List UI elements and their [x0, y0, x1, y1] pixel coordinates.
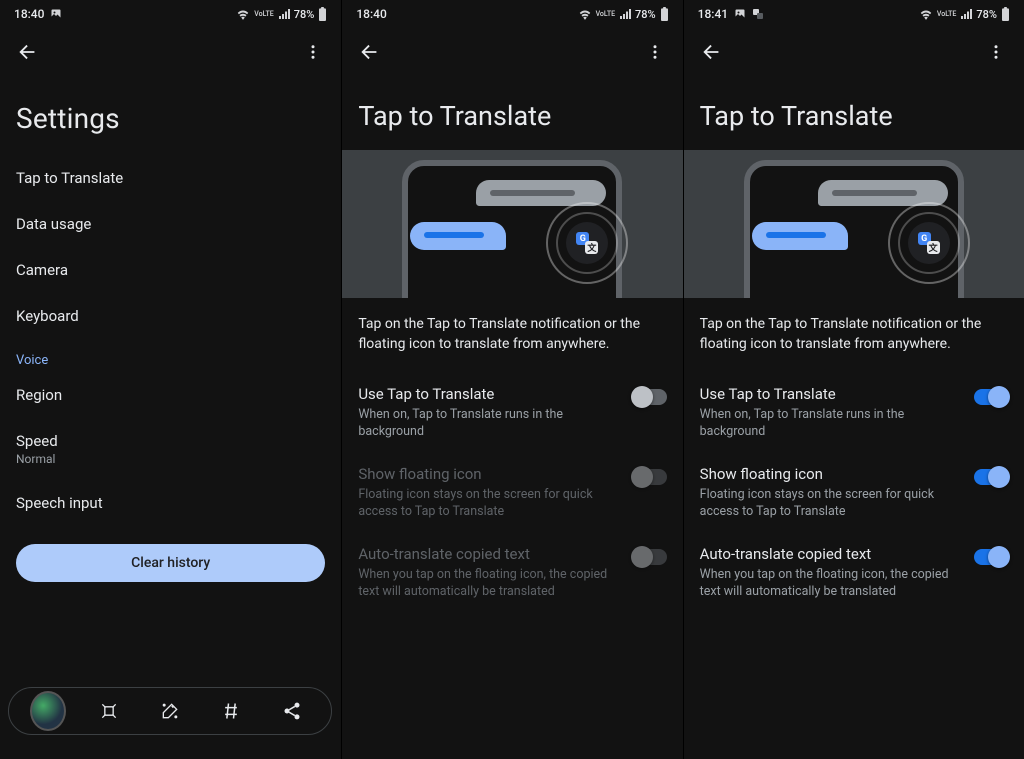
volte-icon: VoLTE	[937, 11, 956, 18]
list-item-label: Speech input	[16, 494, 103, 512]
clear-history-button[interactable]: Clear history	[16, 544, 325, 582]
settings-item-tap-to-translate[interactable]: Tap to Translate	[0, 155, 341, 201]
list-item-label: Speed	[16, 432, 58, 450]
status-battery-pct: 78%	[976, 8, 997, 21]
statusbar: 18:40 VoLTE 78%	[0, 0, 341, 28]
screenshot-thumbnail[interactable]	[30, 693, 66, 729]
list-item-label: Region	[16, 386, 62, 404]
overflow-menu-button[interactable]	[641, 38, 669, 66]
list-item-label: Camera	[16, 261, 68, 279]
translate-floating-icon: G文	[908, 222, 950, 264]
setting-use-tap-to-translate[interactable]: Use Tap to Translate When on, Tap to Tra…	[342, 373, 682, 453]
signal-icon	[960, 8, 972, 20]
back-button[interactable]	[356, 38, 384, 66]
setting-sub: When you tap on the floating icon, the c…	[700, 566, 962, 601]
description-text: Tap on the Tap to Translate notification…	[342, 298, 682, 373]
setting-title: Show floating icon	[358, 465, 620, 483]
battery-icon	[660, 7, 669, 21]
topbar	[342, 28, 682, 76]
setting-auto-translate-copied[interactable]: Auto-translate copied text When you tap …	[684, 533, 1024, 613]
volte-icon: VoLTE	[254, 11, 273, 18]
setting-title: Auto-translate copied text	[700, 545, 962, 563]
setting-sub: When on, Tap to Translate runs in the ba…	[700, 406, 962, 441]
setting-sub: When you tap on the floating icon, the c…	[358, 566, 620, 601]
status-battery-pct: 78%	[635, 8, 656, 21]
setting-title: Show floating icon	[700, 465, 962, 483]
translate-notif-icon	[752, 8, 764, 20]
setting-sub: Floating icon stays on the screen for qu…	[358, 486, 620, 521]
back-button[interactable]	[14, 38, 42, 66]
page-title: Tap to Translate	[342, 76, 682, 150]
settings-item-speech-input[interactable]: Speech input	[0, 480, 341, 526]
toggle-auto-translate-copied[interactable]	[974, 549, 1008, 565]
list-item-sublabel: Normal	[16, 452, 325, 466]
status-time: 18:41	[698, 7, 728, 21]
settings-item-region[interactable]: Region	[0, 372, 341, 418]
toggle-show-floating-icon	[633, 469, 667, 485]
toggle-auto-translate-copied	[633, 549, 667, 565]
signal-icon	[619, 8, 631, 20]
wifi-icon	[578, 8, 592, 20]
wifi-icon	[919, 8, 933, 20]
setting-sub: When on, Tap to Translate runs in the ba…	[358, 406, 620, 441]
statusbar: 18:40 VoLTE 78%	[342, 0, 682, 28]
status-time: 18:40	[14, 7, 44, 21]
setting-show-floating-icon[interactable]: Show floating icon Floating icon stays o…	[684, 453, 1024, 533]
gallery-icon	[50, 8, 62, 20]
illustration: G文	[342, 150, 682, 298]
settings-item-speed[interactable]: Speed Normal	[0, 418, 341, 480]
setting-use-tap-to-translate[interactable]: Use Tap to Translate When on, Tap to Tra…	[684, 373, 1024, 453]
battery-icon	[1001, 7, 1010, 21]
status-battery-pct: 78%	[294, 8, 315, 21]
statusbar: 18:41 VoLTE 78%	[684, 0, 1024, 28]
screen-tap-translate-on: 18:41 VoLTE 78% Tap to Translate G文 Tap …	[683, 0, 1024, 759]
setting-title: Use Tap to Translate	[358, 385, 620, 403]
setting-auto-translate-copied: Auto-translate copied text When you tap …	[342, 533, 682, 613]
overflow-menu-button[interactable]	[982, 38, 1010, 66]
illustration: G文	[684, 150, 1024, 298]
setting-sub: Floating icon stays on the screen for qu…	[700, 486, 962, 521]
topbar	[684, 28, 1024, 76]
page-title: Tap to Translate	[684, 76, 1024, 150]
hashtag-icon[interactable]	[213, 693, 249, 729]
screenshot-toolbar	[8, 687, 332, 735]
setting-show-floating-icon: Show floating icon Floating icon stays o…	[342, 453, 682, 533]
section-header-voice: Voice	[0, 339, 341, 372]
screen-settings: 18:40 VoLTE 78% Settings Ta	[0, 0, 341, 759]
edit-icon[interactable]	[152, 693, 188, 729]
settings-item-camera[interactable]: Camera	[0, 247, 341, 293]
status-time: 18:40	[356, 7, 386, 21]
back-button[interactable]	[698, 38, 726, 66]
share-icon[interactable]	[274, 693, 310, 729]
signal-icon	[278, 8, 290, 20]
toggle-show-floating-icon[interactable]	[974, 469, 1008, 485]
topbar	[0, 28, 341, 76]
crop-icon[interactable]	[91, 693, 127, 729]
list-item-label: Keyboard	[16, 307, 79, 325]
overflow-menu-button[interactable]	[299, 38, 327, 66]
list-item-label: Data usage	[16, 215, 91, 233]
volte-icon: VoLTE	[596, 11, 615, 18]
toggle-use-tap-to-translate[interactable]	[633, 389, 667, 405]
settings-item-data-usage[interactable]: Data usage	[0, 201, 341, 247]
wifi-icon	[236, 8, 250, 20]
settings-item-keyboard[interactable]: Keyboard	[0, 293, 341, 339]
gallery-icon	[734, 8, 746, 20]
toggle-use-tap-to-translate[interactable]	[974, 389, 1008, 405]
setting-title: Use Tap to Translate	[700, 385, 962, 403]
setting-title: Auto-translate copied text	[358, 545, 620, 563]
list-item-label: Tap to Translate	[16, 169, 123, 187]
page-title: Settings	[0, 76, 341, 155]
description-text: Tap on the Tap to Translate notification…	[684, 298, 1024, 373]
screen-tap-translate-off: 18:40 VoLTE 78% Tap to Translate G文 Tap …	[341, 0, 682, 759]
battery-icon	[318, 7, 327, 21]
